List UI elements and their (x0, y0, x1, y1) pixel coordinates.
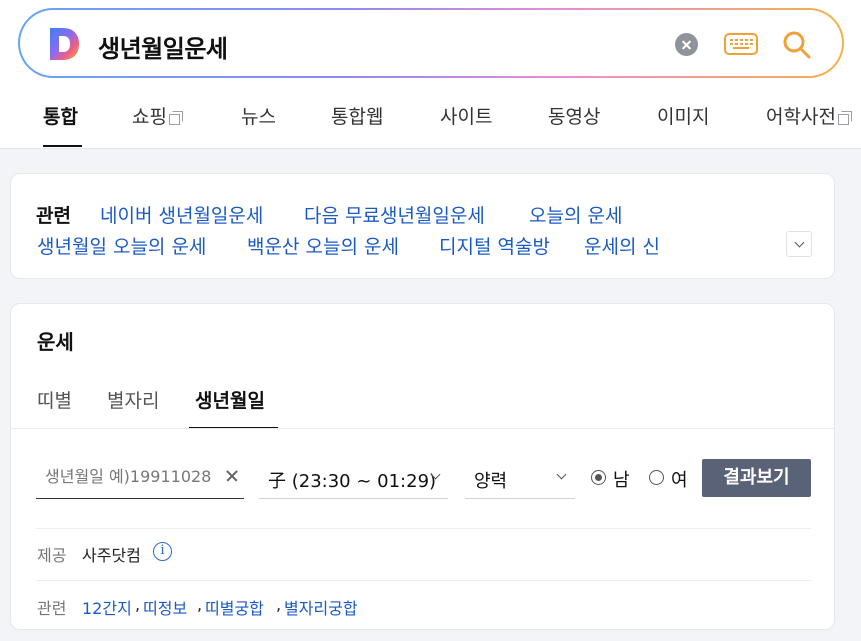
radio-unchecked-icon (649, 470, 664, 485)
related-link[interactable]: 다음 무료생년월일운세 (304, 201, 485, 228)
search-icon[interactable] (782, 30, 812, 60)
clear-input-icon[interactable] (225, 469, 239, 483)
tab-integrated[interactable]: 통합 (43, 102, 78, 129)
search-tabs: 통합 쇼핑 뉴스 통합웹 사이트 동영상 이미지 어학사전 (0, 90, 861, 148)
birthdate-field (36, 456, 244, 499)
related-link[interactable]: 디지털 역술방 (439, 232, 550, 259)
view-result-button[interactable]: 결과보기 (702, 459, 811, 497)
related-link[interactable]: 백운산 오늘의 운세 (247, 232, 399, 259)
expand-related-button[interactable] (786, 231, 812, 257)
gender-male-label: 남 (613, 470, 630, 491)
search-query[interactable]: 생년월일운세 (98, 29, 228, 64)
radio-checked-icon (591, 470, 606, 485)
related-link[interactable]: 생년월일 오늘의 운세 (37, 232, 206, 259)
tab-video[interactable]: 동영상 (548, 102, 600, 129)
birthdate-input[interactable] (36, 456, 216, 496)
related-link-zodiac-match[interactable]: 띠별궁합 (205, 595, 264, 619)
provider-name: 사주닷컴 (82, 546, 141, 565)
birth-time-value: 子 (23:30 ~ 01:29) (268, 471, 437, 492)
tab-web[interactable]: 통합웹 (331, 102, 383, 129)
divider (36, 528, 811, 529)
tab-constellation[interactable]: 별자리 (107, 386, 159, 413)
tab-dictionary[interactable]: 어학사전 (766, 102, 852, 129)
calendar-type-select[interactable]: 양력 (465, 456, 575, 499)
separator: , (135, 595, 141, 614)
related-searches-card: 관련 네이버 생년월일운세 다음 무료생년월일운세 오늘의 운세 생년월일 오늘… (10, 173, 835, 279)
keyboard-icon[interactable] (724, 32, 758, 56)
daum-logo-icon[interactable] (48, 27, 80, 61)
related-link-zodiac-info[interactable]: 띠정보 (143, 595, 187, 619)
separator: , (197, 595, 203, 614)
tab-shopping[interactable]: 쇼핑 (132, 102, 183, 129)
external-window-icon (168, 111, 183, 125)
active-tab-indicator (43, 145, 82, 147)
related-label: 관련 (36, 205, 71, 227)
tab-birthdate[interactable]: 생년월일 (195, 386, 265, 413)
birth-time-select[interactable]: 子 (23:30 ~ 01:29) (259, 456, 448, 499)
related-link[interactable]: 네이버 생년월일운세 (100, 201, 263, 228)
chevron-down-icon (556, 469, 567, 480)
related-link[interactable]: 운세의 신 (584, 232, 660, 259)
divider (36, 580, 811, 581)
clear-search-icon[interactable] (675, 33, 698, 56)
tab-zodiac-animal[interactable]: 띠별 (37, 386, 72, 413)
divider (11, 428, 834, 429)
tab-news[interactable]: 뉴스 (241, 102, 276, 129)
gender-female-label: 여 (671, 470, 688, 491)
search-inner: 생년월일운세 (20, 10, 842, 76)
related-meta-label: 관련 (37, 599, 67, 618)
separator: , (276, 595, 282, 614)
related-link-constellation-match[interactable]: 별자리궁합 (284, 595, 358, 619)
search-box[interactable]: 생년월일운세 (18, 8, 844, 78)
related-link-12-zodiac[interactable]: 12간지 (82, 595, 132, 619)
calendar-type-value: 양력 (474, 471, 508, 492)
fortune-widget: 운세 띠별 별자리 생년월일 子 (23:30 ~ 01:29) 양력 남 여 … (10, 303, 835, 630)
external-window-icon (837, 111, 852, 125)
provider-label: 제공 (37, 546, 67, 565)
tab-image[interactable]: 이미지 (657, 102, 709, 129)
fortune-title: 운세 (37, 330, 74, 354)
header: 생년월일운세 통합 쇼핑 뉴스 통합웹 사이트 동영상 이미지 어학사전 (0, 0, 861, 149)
info-icon[interactable]: i (153, 542, 172, 561)
tab-site[interactable]: 사이트 (440, 102, 492, 129)
related-link[interactable]: 오늘의 운세 (529, 201, 622, 228)
